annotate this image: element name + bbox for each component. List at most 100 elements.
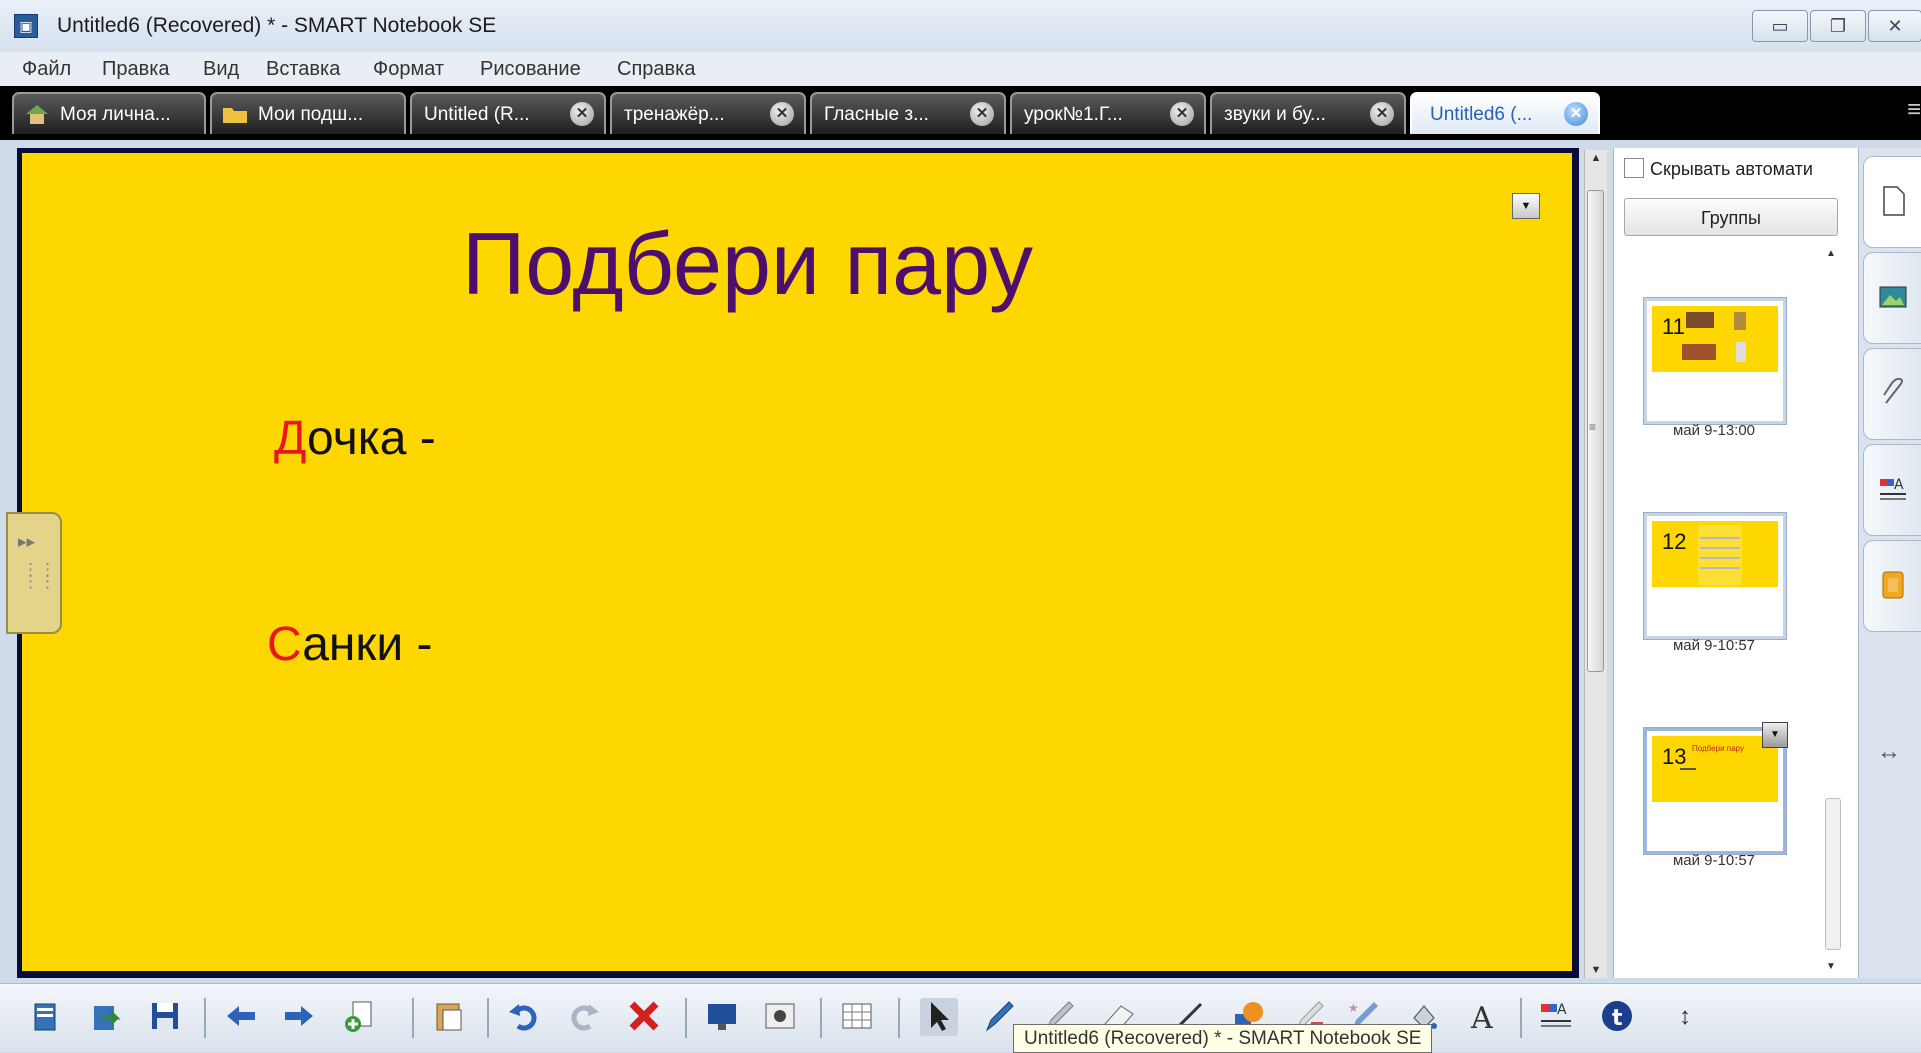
scroll-down-arrow-icon[interactable]: ▼ xyxy=(1585,964,1607,976)
menu-draw[interactable]: Рисование xyxy=(480,58,581,81)
menu-file[interactable]: Файл xyxy=(22,58,71,81)
svg-text:★: ★ xyxy=(1348,1001,1359,1015)
undo-icon[interactable] xyxy=(505,998,543,1036)
tab-glasnye[interactable]: Гласные з... ✕ xyxy=(810,92,1006,134)
close-tab-icon[interactable]: ✕ xyxy=(770,102,794,126)
close-tab-icon[interactable]: ✕ xyxy=(570,102,594,126)
toolbar-separator xyxy=(685,998,687,1038)
side-panel-toggle[interactable]: ▸▸ ⋮⋮ ⋮⋮ xyxy=(6,512,62,634)
restore-button[interactable]: ❐ xyxy=(1810,10,1866,42)
toolbar-move-icon[interactable]: ↕ xyxy=(1666,998,1704,1036)
attachments-tab[interactable] xyxy=(1863,348,1921,440)
sorter-scrollbar[interactable]: ▲ ▼ xyxy=(1822,248,1842,972)
minimize-button[interactable]: ▭ xyxy=(1752,10,1808,42)
properties-icon: A xyxy=(1880,477,1906,500)
word-first-letter: Д xyxy=(274,412,308,465)
smart-notebook-app-icon: ▣ xyxy=(14,14,38,38)
toolbar-info-icon[interactable]: t xyxy=(1598,998,1636,1036)
thumbnail-preview: 13 Подбери пару xyxy=(1652,736,1778,802)
close-window-button[interactable]: ✕ xyxy=(1868,10,1921,42)
groups-button[interactable]: Группы xyxy=(1624,198,1838,236)
side-tab-strip: A ↔ xyxy=(1858,148,1921,978)
tab-trenazher[interactable]: тренажёр... ✕ xyxy=(610,92,806,134)
redo-icon[interactable] xyxy=(565,998,603,1036)
close-tab-icon[interactable]: ✕ xyxy=(1564,102,1588,126)
grip-dots-icon: ⋮⋮ ⋮⋮ xyxy=(22,560,56,591)
delete-icon[interactable] xyxy=(625,998,663,1036)
thumbnail-frame: 12 xyxy=(1644,513,1786,639)
toolbar-separator xyxy=(412,998,414,1038)
forward-arrow-icon[interactable] xyxy=(280,998,318,1036)
menu-edit[interactable]: Правка xyxy=(102,58,170,81)
page-sorter-tab[interactable] xyxy=(1863,156,1921,248)
notebook-page[interactable]: Подбери пару Дочка - Санки - ▼ xyxy=(22,153,1572,971)
main-toolbar: ★ A A t ↕ xyxy=(0,983,1921,1052)
tab-label: Untitled (R... xyxy=(424,104,530,125)
gallery-tab[interactable] xyxy=(1863,252,1921,344)
text-icon[interactable]: A xyxy=(1463,998,1501,1036)
close-tab-icon[interactable]: ✕ xyxy=(1370,102,1394,126)
window-tooltip: Untitled6 (Recovered) * - SMART Notebook… xyxy=(1013,1024,1433,1053)
tab-untitled6-active[interactable]: Untitled6 (... ✕ xyxy=(1410,92,1600,134)
word-dochka[interactable]: Дочка - xyxy=(274,411,436,466)
menu-format[interactable]: Формат xyxy=(373,58,444,81)
mini-image xyxy=(1734,312,1746,330)
capture-icon[interactable] xyxy=(761,998,799,1036)
tab-zvuki-i-bukvy[interactable]: звуки и бу... ✕ xyxy=(1210,92,1406,134)
close-tab-icon[interactable]: ✕ xyxy=(970,102,994,126)
back-arrow-icon[interactable] xyxy=(222,998,260,1036)
attachments-icon xyxy=(1883,377,1903,404)
autohide-label: Скрывать автомати xyxy=(1650,159,1813,179)
close-tab-icon[interactable]: ✕ xyxy=(1170,102,1194,126)
table-icon[interactable] xyxy=(838,998,876,1036)
menu-help[interactable]: Справка xyxy=(617,58,695,81)
document-tab-bar: Моя лична... Мои подш... Untitled (R... … xyxy=(0,86,1921,140)
select-icon[interactable] xyxy=(920,998,958,1036)
autohide-checkbox[interactable]: Скрывать автомати xyxy=(1624,158,1813,180)
page-scrollbar[interactable]: ▲ ≡ ▼ xyxy=(1584,150,1607,978)
window-title: Untitled6 (Recovered) * - SMART Notebook… xyxy=(57,14,497,37)
properties-tab[interactable]: A xyxy=(1863,444,1921,536)
thumbnail-page-number: 13 xyxy=(1662,744,1687,769)
tab-my-content-folder[interactable]: Мои подш... xyxy=(210,92,406,134)
svg-text:A: A xyxy=(1470,1001,1493,1034)
word-rest: анки - xyxy=(302,618,433,671)
page-title[interactable]: Подбери пару xyxy=(462,213,1033,315)
workspace: Подбери пару Дочка - Санки - ▼ ▲ ≡ ▼ ▸▸ … xyxy=(0,140,1921,983)
save-icon[interactable] xyxy=(146,998,184,1036)
open-file-icon[interactable] xyxy=(86,998,124,1036)
add-page-icon[interactable] xyxy=(340,998,378,1036)
tab-untitled-recovered[interactable]: Untitled (R... ✕ xyxy=(410,92,606,134)
thumbnail-preview: 12 xyxy=(1652,521,1778,587)
scroll-up-arrow-icon[interactable]: ▲ xyxy=(1826,248,1836,259)
object-menu-button[interactable]: ▼ xyxy=(1512,193,1540,219)
mini-image xyxy=(1682,344,1716,360)
properties-icon[interactable]: A xyxy=(1537,998,1575,1036)
page-sorter-panel: Скрывать автомати Группы 11 май 9-13:00 … xyxy=(1613,148,1858,978)
svg-text:A: A xyxy=(1557,1002,1567,1018)
word-sanki[interactable]: Санки - xyxy=(267,617,433,672)
scroll-down-arrow-icon[interactable]: ▼ xyxy=(1826,961,1836,972)
tab-urok1[interactable]: урок№1.Г... ✕ xyxy=(1010,92,1206,134)
gallery-icon xyxy=(1879,286,1907,308)
thumbnail-date: май 9-13:00 xyxy=(1672,422,1756,439)
expand-panel-icon[interactable]: ↔ xyxy=(1877,738,1901,766)
checkbox-box[interactable] xyxy=(1624,158,1644,178)
tab-list-menu-icon[interactable]: ≡ xyxy=(1907,96,1921,124)
paste-icon[interactable] xyxy=(430,998,468,1036)
addons-tab[interactable] xyxy=(1863,540,1921,632)
scrollbar-thumb[interactable] xyxy=(1825,798,1841,950)
menu-insert[interactable]: Вставка xyxy=(266,58,340,81)
grip-icon: ≡ xyxy=(1589,420,1597,434)
scroll-up-arrow-icon[interactable]: ▲ xyxy=(1585,152,1607,164)
menu-view[interactable]: Вид xyxy=(203,58,239,81)
tab-label: Untitled6 (... xyxy=(1430,104,1533,125)
thumbnail-menu-button[interactable]: ▼ xyxy=(1762,722,1788,748)
screen-shade-icon[interactable] xyxy=(703,998,741,1036)
tab-label: Гласные з... xyxy=(824,104,929,125)
tab-gallery-my-content[interactable]: Моя лична... xyxy=(12,92,206,134)
thumbnail-preview: 11 xyxy=(1652,306,1778,372)
mini-line xyxy=(1700,537,1740,539)
new-page-icon[interactable] xyxy=(26,998,64,1036)
toolbar-separator xyxy=(898,998,900,1038)
